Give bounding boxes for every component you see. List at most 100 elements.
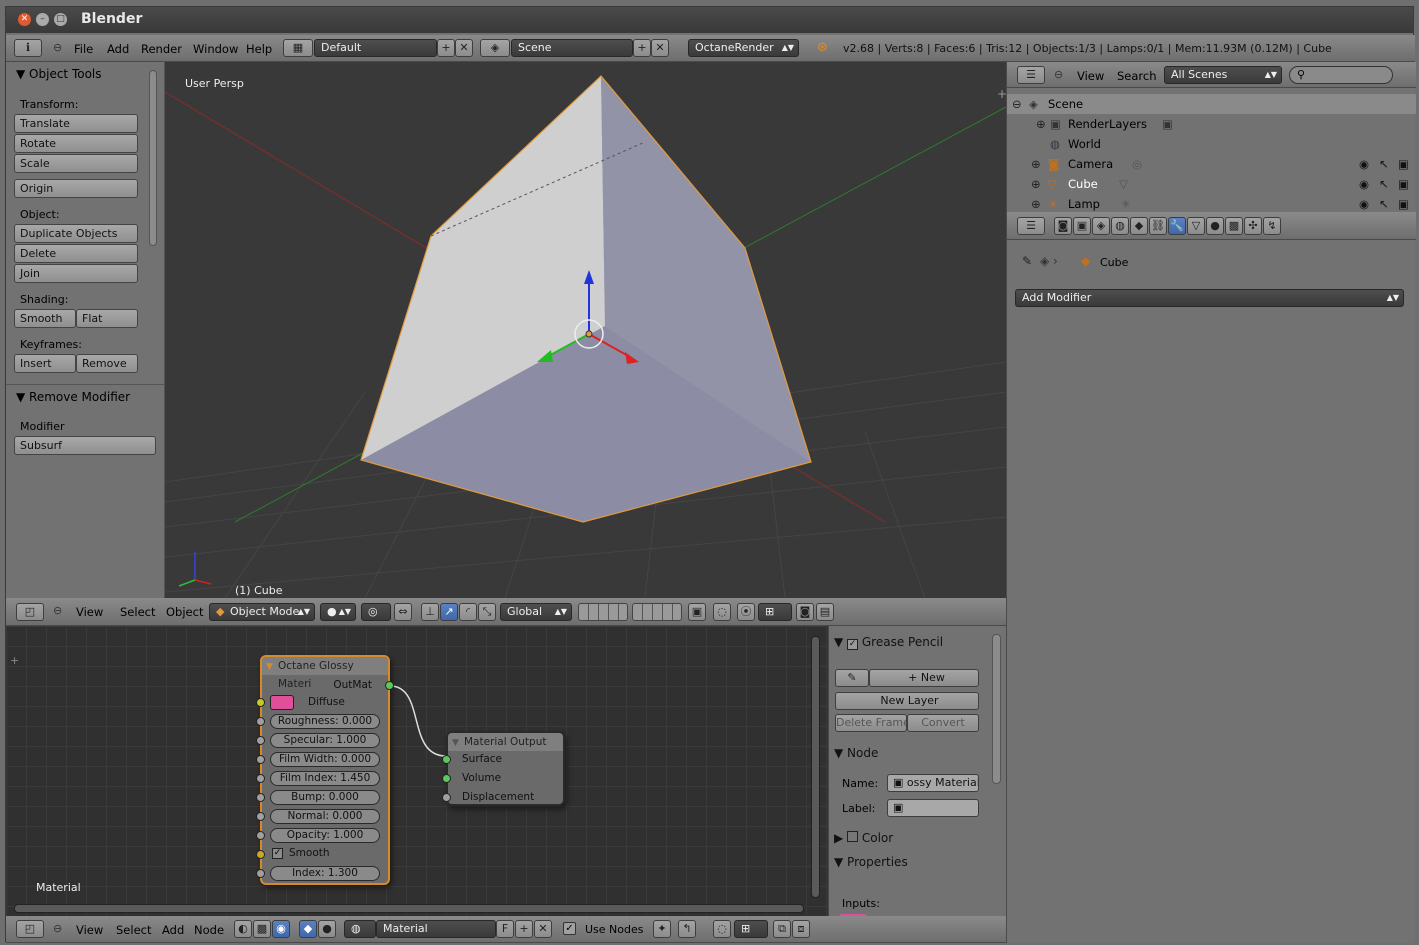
outliner-menu-view[interactable]: View: [1077, 69, 1104, 83]
renderable-camera-icon[interactable]: ▣: [1398, 174, 1409, 194]
add-region-icon[interactable]: +: [997, 87, 1006, 101]
add-material-icon[interactable]: +: [515, 920, 533, 938]
3d-menu-object[interactable]: Object: [166, 605, 203, 619]
close-window-icon[interactable]: ✕: [18, 13, 31, 26]
delete-button[interactable]: Delete: [14, 244, 138, 263]
join-button[interactable]: Join: [14, 264, 138, 283]
sidebar-scrollbar[interactable]: [992, 634, 1001, 784]
menu-window[interactable]: Window: [193, 42, 238, 56]
scale-button[interactable]: Scale: [14, 154, 138, 173]
collapse-node-icon[interactable]: ▼: [452, 734, 459, 752]
world-data-icon[interactable]: ●: [318, 920, 336, 938]
modifiers-tab-icon[interactable]: 🔧: [1168, 217, 1186, 235]
material-browse-select[interactable]: ◍: [344, 920, 376, 938]
bump-input-socket[interactable]: [256, 793, 265, 802]
screen-layout-icon[interactable]: ▦: [283, 39, 313, 57]
screen-layout-field[interactable]: Default: [314, 39, 437, 57]
selectable-arrow-icon[interactable]: ↖: [1379, 154, 1389, 174]
snap-element-select[interactable]: ⊞: [758, 603, 792, 621]
editor-type-icon[interactable]: ℹ: [14, 39, 42, 57]
unlink-material-icon[interactable]: ✕: [534, 920, 552, 938]
grease-pencil-checkbox[interactable]: ✓: [847, 639, 859, 650]
node-collapse-menu-icon[interactable]: ⊖: [53, 922, 62, 935]
3d-menu-view[interactable]: View: [76, 605, 103, 619]
bump-field[interactable]: Bump: 0.000: [270, 790, 380, 805]
transform-orientation-select[interactable]: Global ▲▼: [500, 603, 572, 621]
new-layer-button[interactable]: New Layer: [835, 692, 979, 710]
visibility-eye-icon[interactable]: ◉: [1359, 174, 1369, 194]
smooth-button[interactable]: Smooth: [14, 309, 76, 328]
node-editor-type-icon[interactable]: ◰: [16, 920, 44, 938]
node-name-field[interactable]: ▣ ossy Material: [887, 774, 979, 792]
scene-field[interactable]: Scene: [511, 39, 633, 57]
delete-frame-button[interactable]: Delete Frame: [835, 714, 907, 732]
material-output-node[interactable]: ▼ Material Output Surface Volume Displace…: [442, 731, 565, 806]
properties-panel-header[interactable]: ▼ Properties: [834, 852, 984, 872]
copy-nodes-icon[interactable]: ⧉: [773, 920, 791, 938]
scene-layers-group-2[interactable]: [632, 603, 682, 621]
scene-icon[interactable]: ◈: [480, 39, 510, 57]
3d-editor-type-icon[interactable]: ◰: [16, 603, 44, 621]
object-mode-select[interactable]: ◆ Object Mode ▲▼: [209, 603, 315, 621]
film-width-field[interactable]: Film Width: 0.000: [270, 752, 380, 767]
viewport-shading-select[interactable]: ● ▲▼: [320, 603, 356, 621]
manipulator-toggle-icon[interactable]: ⊥: [421, 603, 439, 621]
node-editor-canvas[interactable]: + ▼ Octane Glossy Materi OutMat Diffuse R…: [6, 626, 828, 916]
add-screen-icon[interactable]: +: [437, 39, 455, 57]
index-input-socket[interactable]: [256, 869, 265, 878]
outmat-output-socket[interactable]: [385, 681, 394, 690]
particles-tab-icon[interactable]: ✣: [1244, 217, 1262, 235]
fake-user-button[interactable]: F: [496, 920, 514, 938]
outliner-editor-type-icon[interactable]: ☰: [1017, 66, 1045, 84]
outliner-row-scene[interactable]: ⊖ ◈ Scene: [1007, 94, 1416, 114]
outliner-row-cube[interactable]: ⊕ ▽ Cube ▽ ◉ ↖ ▣: [1007, 174, 1416, 194]
pivot-point-select[interactable]: ◎: [361, 603, 391, 621]
glossy-node-header[interactable]: ▼ Octane Glossy Materi: [262, 657, 388, 690]
film-width-input-socket[interactable]: [256, 755, 265, 764]
texture-nodes-icon[interactable]: ▩: [253, 920, 271, 938]
film-index-field[interactable]: Film Index: 1.450: [270, 771, 380, 786]
modifier-name-field[interactable]: Subsurf: [14, 436, 156, 455]
volume-input-socket[interactable]: [442, 774, 451, 783]
smooth-input-socket[interactable]: [256, 850, 265, 859]
renderable-camera-icon[interactable]: ▣: [1398, 194, 1409, 214]
visibility-eye-icon[interactable]: ◉: [1359, 194, 1369, 214]
scale-manipulator-icon[interactable]: ⤡: [478, 603, 496, 621]
outliner-search-input[interactable]: [1312, 68, 1388, 82]
proportional-edit-icon[interactable]: ◌: [713, 603, 731, 621]
selectable-arrow-icon[interactable]: ↖: [1379, 194, 1389, 214]
physics-tab-icon[interactable]: ↯: [1263, 217, 1281, 235]
menu-file[interactable]: File: [74, 42, 93, 56]
material-tab-icon[interactable]: ●: [1206, 217, 1224, 235]
node-menu-node[interactable]: Node: [194, 923, 224, 937]
displacement-input-socket[interactable]: [442, 793, 451, 802]
remove-screen-icon[interactable]: ✕: [455, 39, 473, 57]
outliner-menu-search[interactable]: Search: [1117, 69, 1157, 83]
rotate-button[interactable]: Rotate: [14, 134, 138, 153]
flat-button[interactable]: Flat: [76, 309, 138, 328]
grease-pencil-panel-header[interactable]: ▼ ✓ Grease Pencil: [834, 632, 984, 652]
properties-editor-type-icon[interactable]: ☰: [1017, 217, 1045, 235]
color-checkbox[interactable]: [847, 831, 859, 842]
remove-scene-icon[interactable]: ✕: [651, 39, 669, 57]
world-tab-icon[interactable]: ◍: [1111, 217, 1129, 235]
normal-input-socket[interactable]: [256, 812, 265, 821]
material-output-header[interactable]: ▼ Material Output: [448, 733, 563, 751]
add-modifier-select[interactable]: Add Modifier ▲▼: [1015, 289, 1404, 307]
node-snap-select[interactable]: ⊞: [734, 920, 768, 938]
constraints-tab-icon[interactable]: ⛓: [1149, 217, 1167, 235]
insert-keyframe-button[interactable]: Insert: [14, 354, 76, 373]
outliner-row-world[interactable]: ◍ World: [1007, 134, 1416, 154]
manipulator-center-icon[interactable]: ⇔: [394, 603, 412, 621]
object-tools-panel-header[interactable]: ▼ Object Tools: [16, 67, 102, 81]
opacity-input-socket[interactable]: [256, 831, 265, 840]
render-animation-icon[interactable]: ▤: [816, 603, 834, 621]
pencil-select-icon[interactable]: ✎: [835, 669, 869, 687]
new-grease-pencil-button[interactable]: + New: [869, 669, 979, 687]
node-menu-add[interactable]: Add: [162, 923, 184, 937]
add-scene-icon[interactable]: +: [633, 39, 651, 57]
lock-layers-icon[interactable]: ▣: [688, 603, 706, 621]
diffuse-input-socket[interactable]: [256, 698, 265, 707]
film-index-input-socket[interactable]: [256, 774, 265, 783]
rotate-manipulator-icon[interactable]: ◜: [459, 603, 477, 621]
